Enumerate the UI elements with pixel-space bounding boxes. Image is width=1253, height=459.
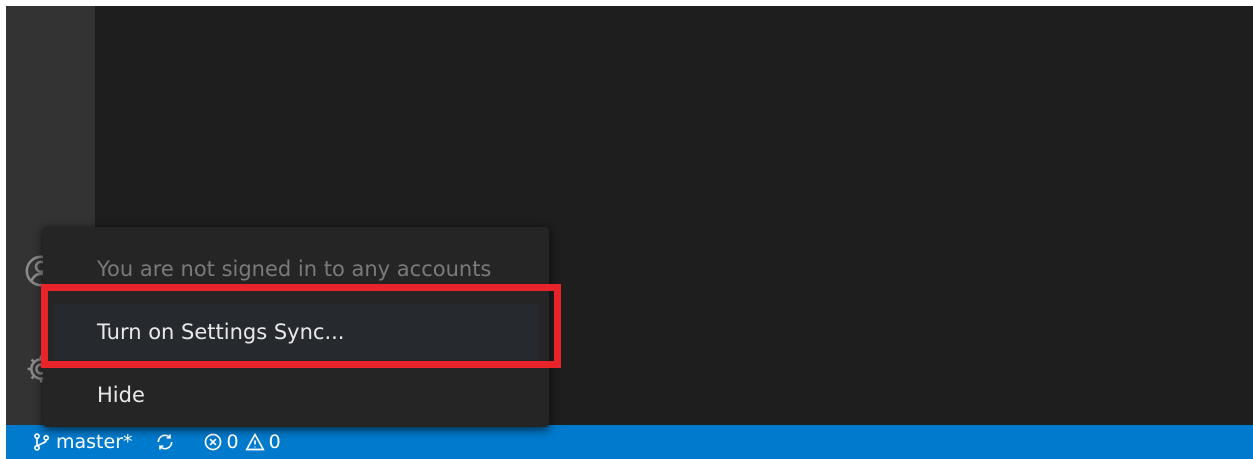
warning-icon	[244, 432, 265, 451]
error-count: 0	[226, 431, 239, 453]
problems-indicator[interactable]: 0 0	[187, 425, 289, 459]
error-icon	[204, 433, 221, 451]
menu-item-turn-on-settings-sync[interactable]: Turn on Settings Sync...	[53, 304, 539, 360]
menu-item-hide[interactable]: Hide	[53, 367, 539, 423]
branch-name: master*	[56, 431, 133, 453]
branch-indicator[interactable]: master*	[6, 425, 141, 459]
menu-item-not-signed-in: You are not signed in to any accounts	[53, 241, 539, 297]
menu-item-label: Hide	[97, 383, 145, 407]
status-bar: master* 0 0	[6, 425, 1253, 459]
menu-item-label: You are not signed in to any accounts	[97, 257, 492, 281]
accounts-context-menu: You are not signed in to any accounts Tu…	[43, 227, 549, 427]
warning-count: 0	[268, 431, 281, 453]
git-branch-icon	[34, 433, 50, 451]
menu-item-label: Turn on Settings Sync...	[97, 320, 345, 344]
sync-icon	[157, 434, 173, 450]
sync-button[interactable]	[141, 425, 187, 459]
screenshot-frame: master* 0 0 You are not signed in to any…	[0, 0, 1253, 459]
